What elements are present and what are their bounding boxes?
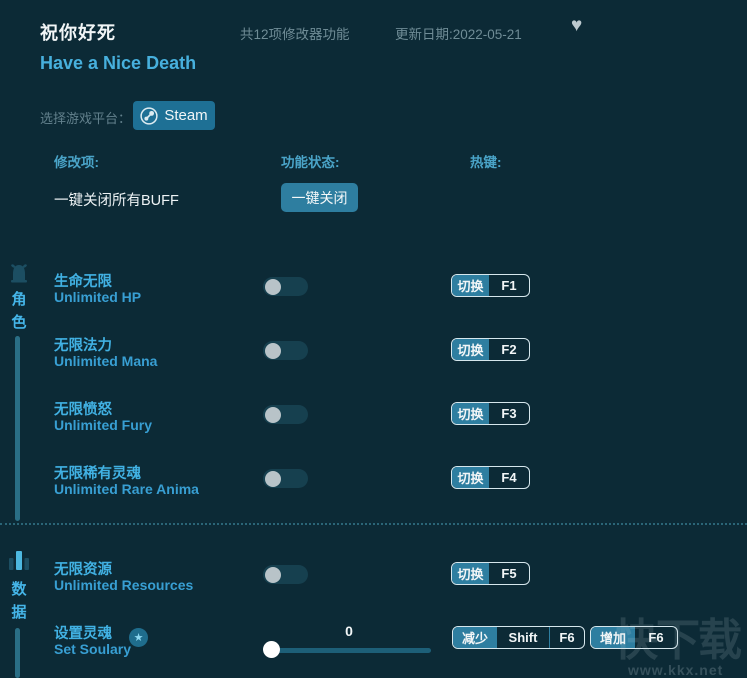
hotkey-action-label: 切换: [452, 467, 489, 488]
hotkey-key-label: F4: [501, 470, 517, 485]
feature-name-cn: 无限愤怒: [54, 402, 112, 418]
feature-name-en: Unlimited Resources: [54, 577, 194, 593]
steam-button-label: Steam: [164, 107, 208, 124]
quick-action-label: 一键关闭所有BUFF: [54, 193, 179, 209]
hotkey-action-label: 减少: [453, 627, 497, 648]
feature-name-cn: 设置灵魂: [54, 626, 112, 642]
soulary-slider-track[interactable]: [265, 648, 431, 653]
favorite-heart-icon[interactable]: ♥: [571, 15, 582, 37]
toggle-knob: [265, 278, 281, 295]
section-divider: [0, 523, 747, 525]
feature-row-unlimited-rare-anima: 无限稀有灵魂 Unlimited Rare Anima 切换 F4: [0, 462, 747, 510]
star-icon: ★: [133, 632, 144, 644]
toggle-knob: [265, 566, 281, 583]
toggle-unlimited-resources[interactable]: [263, 565, 308, 584]
feature-name-en: Unlimited Mana: [54, 353, 158, 369]
hotkey-button-f3[interactable]: 切换 F3: [451, 402, 530, 425]
column-header-status: 功能状态:: [281, 155, 340, 170]
column-header-item: 修改项:: [54, 155, 99, 170]
toggle-unlimited-hp[interactable]: [263, 277, 308, 296]
feature-name-en: Unlimited Rare Anima: [54, 481, 199, 497]
feature-name-en: Unlimited HP: [54, 289, 142, 305]
hotkey-button-f5[interactable]: 切换 F5: [451, 562, 530, 585]
hotkey-action-label: 切换: [452, 339, 489, 360]
hotkey-action-label: 切换: [452, 403, 489, 424]
hotkey-button-f4[interactable]: 切换 F4: [451, 466, 530, 489]
close-all-buffs-button[interactable]: 一键关闭: [281, 183, 358, 212]
column-header-hotkey: 热键:: [470, 155, 502, 170]
steam-icon: [140, 106, 158, 125]
feature-name-cn: 生命无限: [54, 274, 112, 290]
update-date-label: 更新日期:2022-05-21: [395, 27, 522, 42]
hotkey-action-label: 切换: [452, 563, 489, 584]
soulary-slider-knob[interactable]: [263, 641, 280, 658]
toggle-knob: [265, 406, 281, 423]
hotkey-key-label: F6: [559, 630, 575, 645]
hotkey-action-label: 切换: [452, 275, 489, 296]
star-note-badge[interactable]: ★: [129, 628, 148, 647]
game-title-en: Have a Nice Death: [40, 53, 197, 73]
game-title-cn: 祝你好死: [40, 23, 116, 43]
feature-row-unlimited-resources: 无限资源 Unlimited Resources 切换 F5: [0, 558, 747, 606]
platform-select-label: 选择游戏平台：: [40, 111, 132, 126]
toggle-knob: [265, 342, 281, 359]
feature-name-en: Set Soulary: [54, 641, 132, 657]
hotkey-key-label: F5: [501, 566, 517, 581]
hotkey-key-shift-label: Shift: [508, 630, 538, 645]
close-all-buffs-button-label: 一键关闭: [291, 189, 348, 206]
site-watermark-url: www.kkx.net: [628, 662, 724, 678]
feature-row-unlimited-mana: 无限法力 Unlimited Mana 切换 F2: [0, 334, 747, 382]
hotkey-key-label: F1: [501, 278, 517, 293]
hotkey-key-label: F3: [501, 406, 517, 421]
toggle-unlimited-fury[interactable]: [263, 405, 308, 424]
toggle-unlimited-mana[interactable]: [263, 341, 308, 360]
feature-row-unlimited-fury: 无限愤怒 Unlimited Fury 切换 F3: [0, 398, 747, 446]
feature-name-cn: 无限稀有灵魂: [54, 466, 141, 482]
site-watermark-logo: 快下载: [614, 616, 742, 665]
slider-value: 0: [345, 623, 353, 639]
feature-name-en: Unlimited Fury: [54, 417, 153, 433]
trainer-window: 祝你好死 共12项修改器功能 更新日期:2022-05-21 ♥ Have a …: [0, 0, 747, 678]
hotkey-key-label: F2: [501, 342, 517, 357]
hotkey-button-f1[interactable]: 切换 F1: [451, 274, 530, 297]
toggle-unlimited-rare-anima[interactable]: [263, 469, 308, 488]
feature-name-cn: 无限资源: [54, 562, 112, 578]
feature-row-unlimited-hp: 生命无限 Unlimited HP 切换 F1: [0, 270, 747, 318]
feature-count-label: 共12项修改器功能: [240, 27, 350, 42]
hotkey-button-f2[interactable]: 切换 F2: [451, 338, 530, 361]
feature-name-cn: 无限法力: [54, 338, 112, 354]
decrease-hotkey-button[interactable]: 减少 Shift F6: [452, 626, 585, 649]
steam-platform-button[interactable]: Steam: [133, 101, 215, 130]
toggle-knob: [265, 470, 281, 487]
